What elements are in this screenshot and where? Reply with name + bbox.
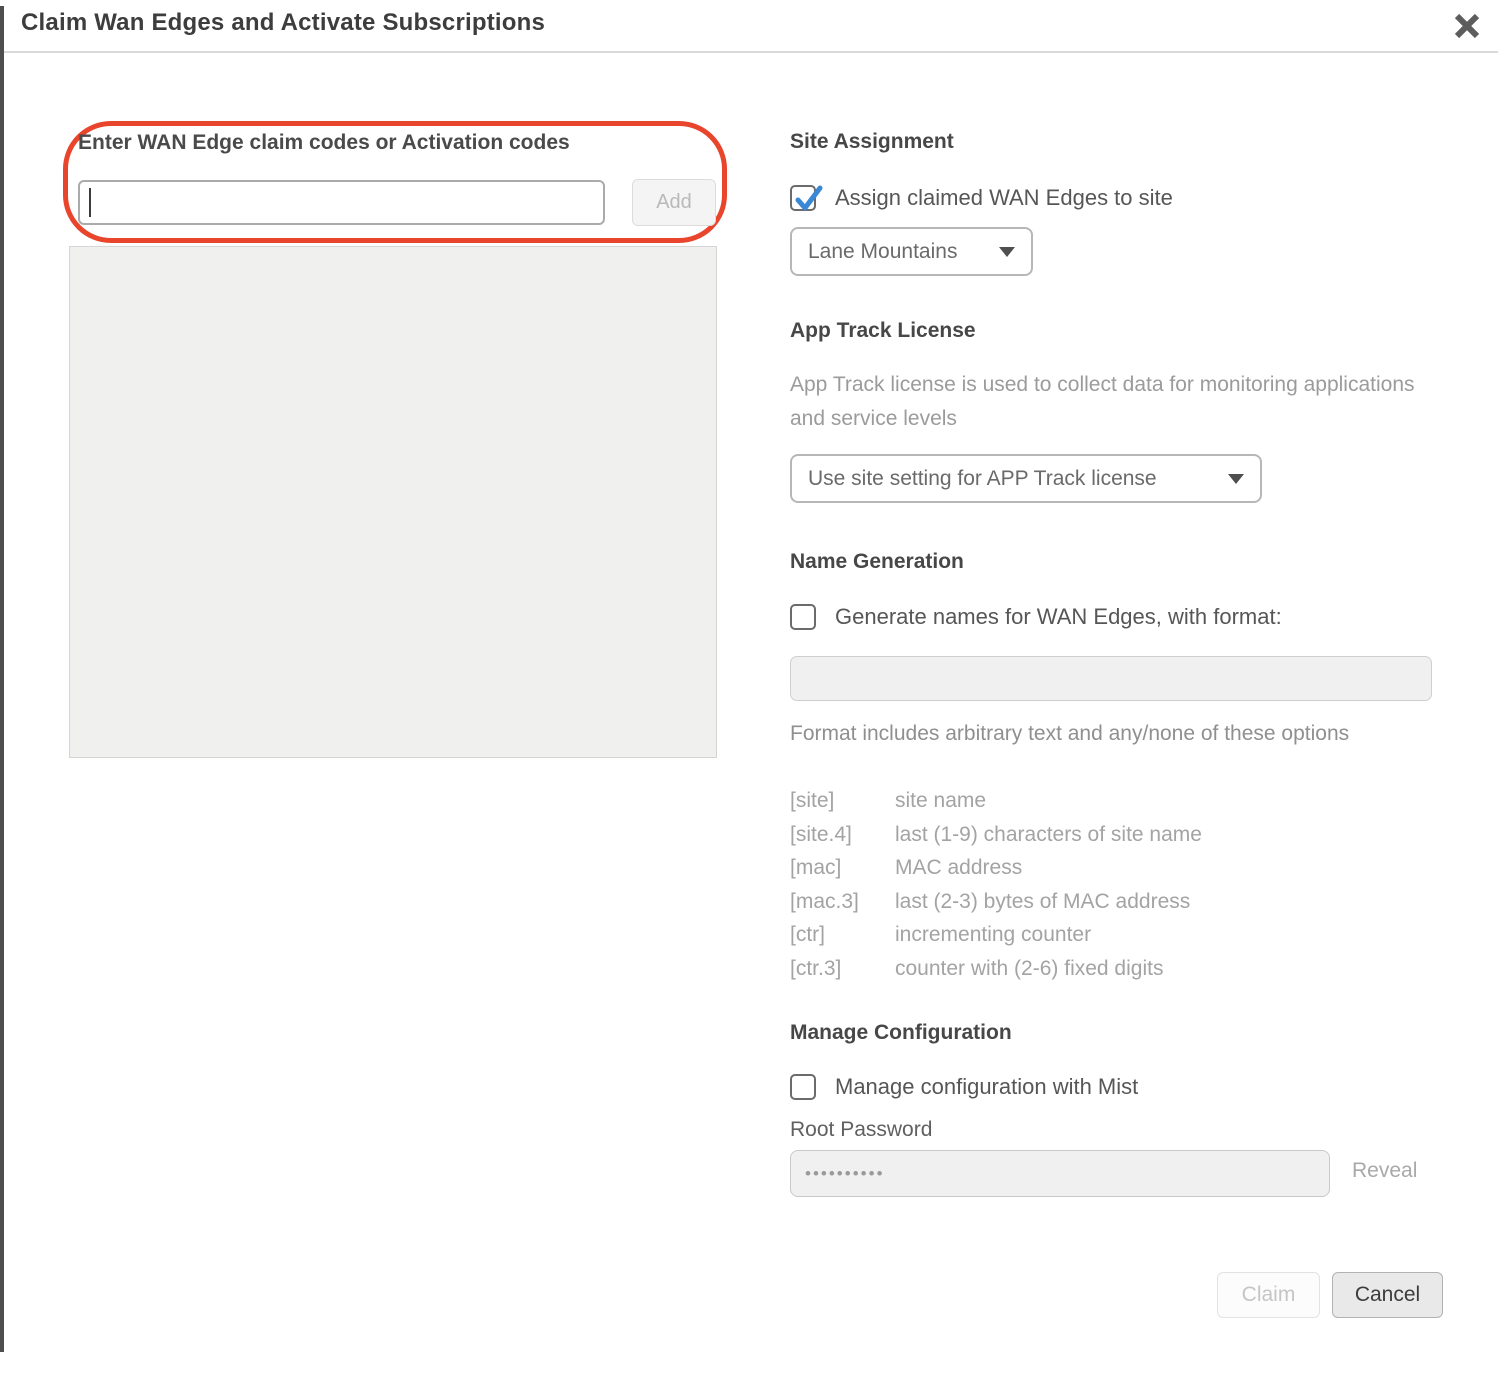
root-password-input[interactable]: [790, 1150, 1330, 1197]
close-icon: [1452, 11, 1482, 41]
claim-codes-list: [69, 246, 717, 758]
app-track-heading: App Track License: [790, 319, 976, 343]
token-code: [site.4]: [790, 818, 895, 852]
token-desc: incrementing counter: [895, 918, 1450, 952]
site-select-value: Lane Mountains: [808, 240, 957, 264]
token-code: [ctr]: [790, 918, 895, 952]
assign-to-site-label: Assign claimed WAN Edges to site: [835, 185, 1173, 211]
token-desc: last (2-3) bytes of MAC address: [895, 885, 1450, 919]
manage-config-row: Manage configuration with Mist: [790, 1074, 1138, 1100]
token-code: [site]: [790, 784, 895, 818]
close-button[interactable]: [1449, 8, 1485, 44]
app-track-license-select[interactable]: Use site setting for APP Track license: [790, 454, 1262, 503]
token-code: [mac]: [790, 851, 895, 885]
app-track-description: App Track license is used to collect dat…: [790, 368, 1430, 436]
root-password-label: Root Password: [790, 1118, 932, 1142]
name-format-input[interactable]: [790, 656, 1432, 701]
page-edge-strip: [0, 6, 4, 1352]
generate-names-row: Generate names for WAN Edges, with forma…: [790, 604, 1282, 630]
name-generation-heading: Name Generation: [790, 550, 964, 574]
reveal-password-link[interactable]: Reveal: [1352, 1159, 1417, 1183]
token-code: [ctr.3]: [790, 952, 895, 986]
chevron-down-icon: [1228, 474, 1244, 484]
token-row: [site] site name: [790, 784, 1450, 818]
app-track-license-value: Use site setting for APP Track license: [808, 467, 1157, 491]
token-code: [mac.3]: [790, 885, 895, 919]
claim-wan-edges-dialog: Claim Wan Edges and Activate Subscriptio…: [0, 0, 1498, 1376]
token-desc: MAC address: [895, 851, 1450, 885]
header-divider: [4, 51, 1498, 53]
claim-codes-input[interactable]: [78, 180, 605, 225]
token-row: [mac.3] last (2-3) bytes of MAC address: [790, 885, 1450, 919]
site-assignment-heading: Site Assignment: [790, 130, 954, 154]
text-caret: [89, 188, 91, 217]
token-row: [ctr.3] counter with (2-6) fixed digits: [790, 952, 1450, 986]
token-desc: site name: [895, 784, 1450, 818]
token-desc: counter with (2-6) fixed digits: [895, 952, 1450, 986]
site-select[interactable]: Lane Mountains: [790, 227, 1033, 276]
add-button[interactable]: Add: [632, 179, 716, 226]
format-help-text: Format includes arbitrary text and any/n…: [790, 717, 1430, 750]
claim-codes-label: Enter WAN Edge claim codes or Activation…: [78, 131, 570, 155]
token-row: [mac] MAC address: [790, 851, 1450, 885]
assign-to-site-checkbox[interactable]: [790, 185, 816, 211]
format-token-list: [site] site name [site.4] last (1-9) cha…: [790, 784, 1450, 985]
page-title: Claim Wan Edges and Activate Subscriptio…: [21, 9, 545, 37]
claim-button[interactable]: Claim: [1217, 1272, 1320, 1318]
manage-config-checkbox[interactable]: [790, 1074, 816, 1100]
cancel-button[interactable]: Cancel: [1332, 1272, 1443, 1318]
assign-to-site-row: Assign claimed WAN Edges to site: [790, 185, 1173, 211]
token-row: [ctr] incrementing counter: [790, 918, 1450, 952]
generate-names-checkbox[interactable]: [790, 604, 816, 630]
token-row: [site.4] last (1-9) characters of site n…: [790, 818, 1450, 852]
chevron-down-icon: [999, 247, 1015, 257]
manage-config-label: Manage configuration with Mist: [835, 1074, 1138, 1100]
token-desc: last (1-9) characters of site name: [895, 818, 1450, 852]
generate-names-label: Generate names for WAN Edges, with forma…: [835, 604, 1282, 630]
manage-configuration-heading: Manage Configuration: [790, 1021, 1012, 1045]
